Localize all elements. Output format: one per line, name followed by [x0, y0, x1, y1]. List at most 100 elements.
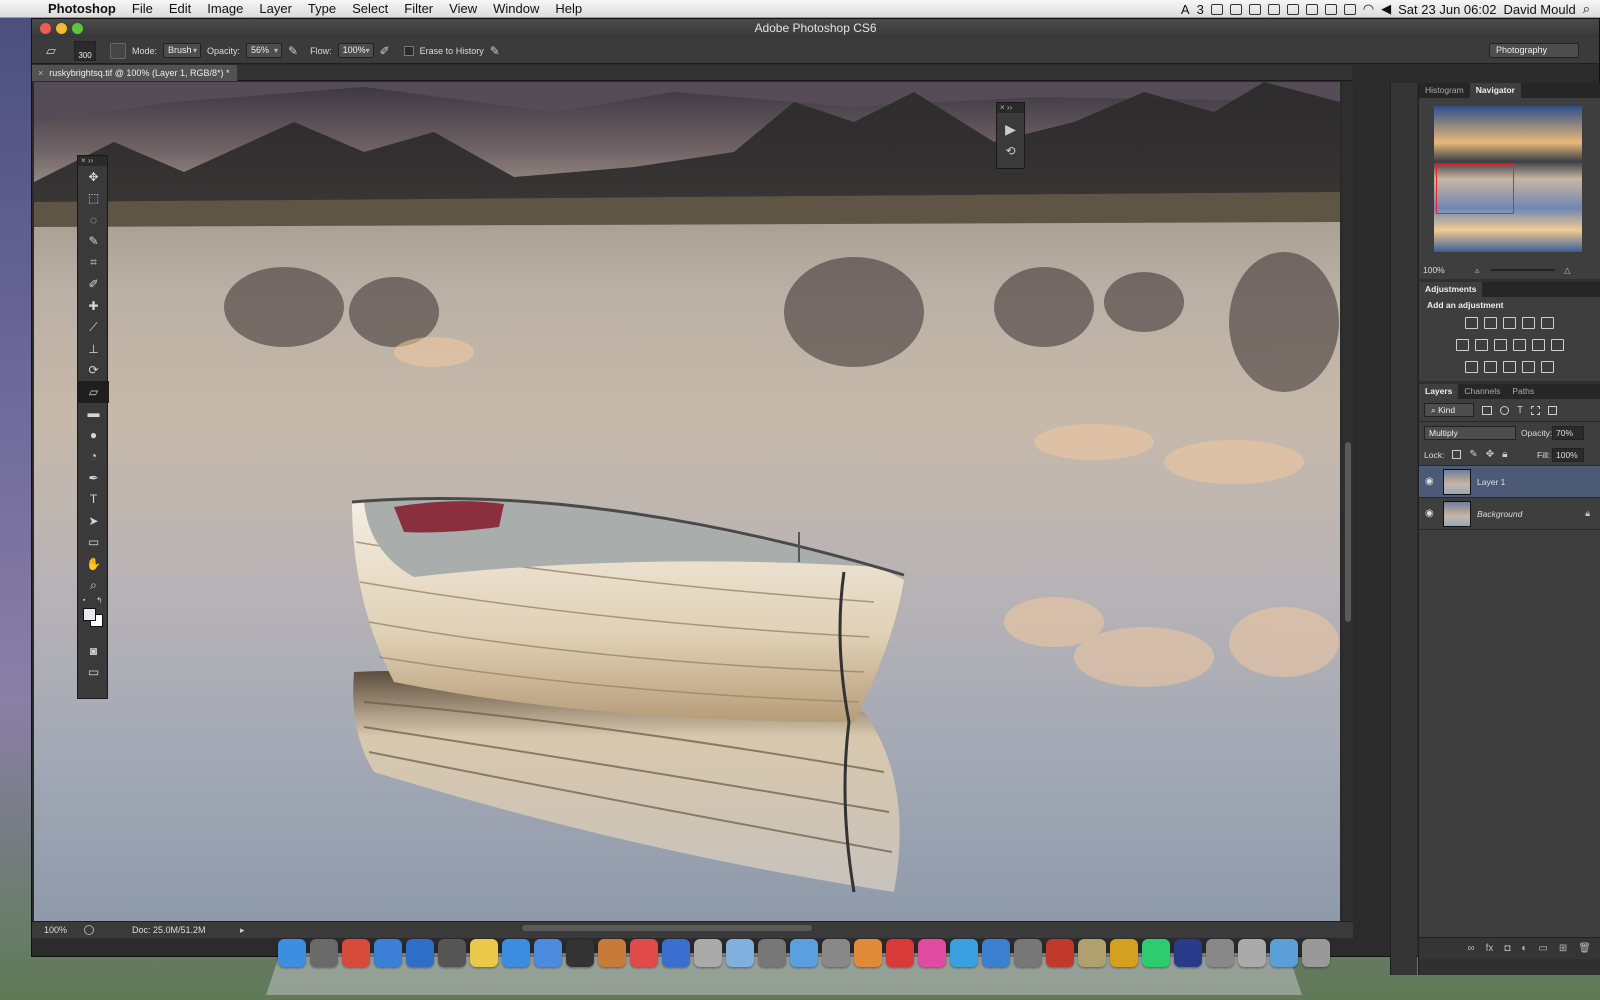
close-window-button[interactable] — [40, 23, 51, 34]
menu-extra-icon[interactable] — [1248, 3, 1261, 15]
dock-app-icon[interactable] — [1206, 939, 1234, 967]
healing-tool-icon[interactable]: ✚ — [78, 295, 109, 317]
dock-app-icon[interactable] — [726, 939, 754, 967]
menu-clock[interactable]: Sat 23 Jun 06:02 — [1398, 2, 1496, 17]
zoom-window-button[interactable] — [72, 23, 83, 34]
gradient-map-icon[interactable] — [1541, 361, 1554, 373]
dodge-tool-icon[interactable]: ◔ — [78, 446, 109, 468]
dock-app-icon[interactable] — [534, 939, 562, 967]
dropbox-icon[interactable] — [1324, 3, 1337, 15]
color-balance-icon[interactable] — [1474, 339, 1488, 351]
dock-app-icon[interactable] — [790, 939, 818, 967]
dock-app-icon[interactable] — [406, 939, 434, 967]
menu-app-photoshop[interactable]: Photoshop — [40, 0, 124, 18]
levels-icon[interactable] — [1484, 317, 1497, 329]
tools-panel-header[interactable]: × ›› — [78, 156, 107, 166]
dock-app-icon[interactable] — [1238, 939, 1266, 967]
status-info-icon[interactable] — [84, 925, 94, 935]
dock-app-icon[interactable] — [1046, 939, 1074, 967]
selective-color-icon[interactable] — [1522, 361, 1535, 373]
swap-colors-icon[interactable]: ↰ — [96, 596, 103, 605]
navigator-zoom-value[interactable]: 100% — [1423, 265, 1445, 275]
menu-window[interactable]: Window — [485, 0, 547, 18]
menu-extra-icon[interactable] — [1210, 3, 1223, 15]
history-brush-tool-icon[interactable]: ⟳ — [78, 360, 109, 382]
zoom-tool-icon[interactable]: ⌕ — [78, 575, 109, 597]
tab-adjustments[interactable]: Adjustments — [1419, 282, 1483, 297]
menu-layer[interactable]: Layer — [251, 0, 300, 18]
fill-field[interactable]: 100% — [1552, 447, 1584, 462]
link-layers-icon[interactable]: ∞ — [1467, 943, 1474, 954]
menu-filter[interactable]: Filter — [396, 0, 441, 18]
menu-select[interactable]: Select — [344, 0, 396, 18]
move-tool-icon[interactable]: ✥ — [78, 166, 109, 188]
lasso-tool-icon[interactable]: ◌ — [78, 209, 109, 231]
menu-user-name[interactable]: David Mould — [1503, 2, 1575, 17]
dock-app-icon[interactable] — [854, 939, 882, 967]
layer-row-layer-1[interactable]: ◉ Layer 1 — [1419, 466, 1600, 498]
dock-app-icon[interactable] — [694, 939, 722, 967]
tab-channels[interactable]: Channels — [1458, 384, 1506, 399]
lock-all-icon[interactable]: 🔒︎ — [1502, 449, 1507, 460]
smart-object-filter-icon[interactable] — [1548, 405, 1558, 415]
layer-visibility-eye-icon[interactable]: ◉ — [1425, 476, 1434, 487]
scrollbar-thumb[interactable] — [1345, 442, 1351, 622]
shape-layer-filter-icon[interactable] — [1531, 405, 1541, 415]
layer-name[interactable]: Background — [1477, 509, 1522, 519]
photo-filter-icon[interactable] — [1512, 339, 1526, 351]
type-tool-icon[interactable]: T — [78, 489, 109, 511]
menu-extra-icon[interactable] — [1229, 3, 1242, 15]
airbrush-icon[interactable]: ✐ — [380, 44, 390, 58]
dock-app-icon[interactable] — [1110, 939, 1138, 967]
canvas-vertical-scrollbar[interactable] — [1343, 82, 1353, 921]
new-group-icon[interactable]: ▭ — [1538, 943, 1547, 954]
layer-visibility-eye-icon[interactable]: ◉ — [1425, 508, 1434, 519]
dock-app-icon[interactable] — [470, 939, 498, 967]
status-menu-arrow-icon[interactable]: ▸ — [240, 922, 245, 938]
hue-saturation-icon[interactable] — [1455, 339, 1469, 351]
play-action-icon[interactable]: ▶ — [997, 121, 1024, 138]
tab-navigator[interactable]: Navigator — [1469, 83, 1521, 98]
dock-app-icon[interactable] — [982, 939, 1010, 967]
pixel-layer-filter-icon[interactable] — [1482, 405, 1492, 415]
type-layer-filter-icon[interactable]: T — [1517, 405, 1523, 416]
close-document-icon[interactable]: × — [38, 65, 43, 81]
brush-size-picker[interactable]: 300 — [74, 40, 96, 61]
document-tab[interactable]: × ruskybrightsq.tif @ 100% (Layer 1, RGB… — [32, 65, 238, 81]
vibrance-icon[interactable] — [1541, 317, 1554, 329]
eraser-preset-icon[interactable]: ▱ — [46, 43, 56, 59]
dock-app-icon[interactable] — [598, 939, 626, 967]
dock-app-icon[interactable] — [278, 939, 306, 967]
dock-app-icon[interactable] — [630, 939, 658, 967]
history-icon[interactable]: ⟲ — [997, 144, 1024, 158]
lock-image-pixels-icon[interactable]: ✎ — [1469, 449, 1477, 460]
threshold-icon[interactable] — [1503, 361, 1516, 373]
mode-dropdown[interactable]: Brush — [163, 43, 202, 58]
time-machine-icon[interactable] — [1343, 3, 1356, 15]
brush-panel-toggle-icon[interactable] — [110, 42, 126, 59]
quick-mask-icon[interactable]: ◙ — [78, 640, 109, 662]
quick-selection-tool-icon[interactable]: ✎ — [78, 231, 109, 253]
flow-field[interactable]: 100% — [337, 43, 374, 58]
spotlight-search-icon[interactable]: ⌕ — [1583, 1, 1590, 17]
dock-app-icon[interactable] — [1174, 939, 1202, 967]
layer-opacity-field[interactable]: 70% — [1552, 426, 1584, 440]
black-white-icon[interactable] — [1493, 339, 1507, 351]
foreground-color-swatch[interactable] — [83, 608, 96, 621]
tab-histogram[interactable]: Histogram — [1419, 83, 1470, 98]
opacity-field[interactable]: 56% — [246, 43, 283, 58]
eraser-tool-icon[interactable]: ▱ — [78, 381, 109, 403]
add-mask-icon[interactable]: ◘ — [1504, 943, 1510, 954]
eyedropper-tool-icon[interactable]: ✐ — [78, 274, 109, 296]
dock-app-icon[interactable] — [342, 939, 370, 967]
dock-app-icon[interactable] — [310, 939, 338, 967]
menu-image[interactable]: Image — [199, 0, 251, 18]
dock-app-icon[interactable] — [662, 939, 690, 967]
pressure-size-icon[interactable]: ✎ — [490, 44, 500, 58]
invert-icon[interactable] — [1465, 361, 1478, 373]
marquee-tool-icon[interactable]: ⬚ — [78, 188, 109, 210]
blend-mode-dropdown[interactable]: Multiply — [1424, 426, 1516, 440]
tab-layers[interactable]: Layers — [1419, 384, 1459, 399]
navigator-view-box[interactable] — [1436, 164, 1514, 214]
dock-app-icon[interactable] — [918, 939, 946, 967]
